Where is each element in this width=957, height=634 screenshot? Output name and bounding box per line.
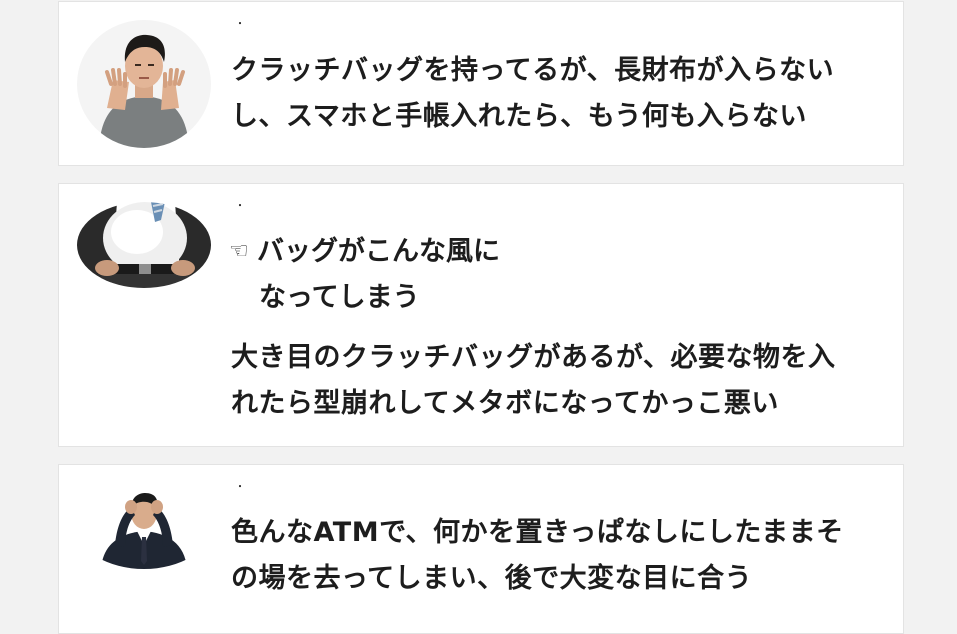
worry-card-1: ・ クラッチバッグを持ってるが、長財布が入らない し、スマホと手帳入れたら、もう… (58, 1, 904, 166)
worry-card-2: ・ ☜ バッグがこんな風に なってしまう 大き目のクラッチバッグがあるが、必要な物… (58, 183, 904, 447)
avatar-man-headache (77, 485, 211, 569)
worry-text: 大き目のクラッチバッグがあるが、必要な物を入 れたら型崩れしてメタボになってかっ… (231, 335, 881, 427)
worry-text-line: 大き目のクラッチバッグがあるが、必要な物を入 (231, 342, 836, 373)
bag-note: ☜ バッグがこんな風に なってしまう (229, 229, 500, 321)
bag-note-line: なってしまう (259, 282, 420, 313)
worry-text-line: 色んなATMで、何かを置きっぱなしにしたままそ (231, 517, 844, 548)
worry-text-line: クラッチバッグを持ってるが、長財布が入らない (231, 55, 835, 86)
bullet-dot: ・ (235, 201, 245, 212)
bullet-dot: ・ (235, 482, 245, 493)
bag-note-line: バッグがこんな風に (257, 236, 500, 267)
bullet-dot: ・ (235, 19, 245, 30)
pointing-hand-icon: ☜ (229, 239, 249, 264)
worry-text: クラッチバッグを持ってるが、長財布が入らない し、スマホと手帳入れたら、もう何も… (231, 48, 881, 140)
avatar-man-refusing (77, 20, 211, 148)
worry-text: 色んなATMで、何かを置きっぱなしにしたままそ の場を去ってしまい、後で大変な目… (231, 510, 881, 602)
worry-text-line: の場を去ってしまい、後で大変な目に合う (231, 563, 753, 594)
worry-text-line: れたら型崩れしてメタボになってかっこ悪い (231, 388, 779, 419)
worry-card-3: ・ 色んなATMで、何かを置きっぱなしにしたままそ の場を去ってしまい、後で大変… (58, 464, 904, 634)
worry-text-line: し、スマホと手帳入れたら、もう何も入らない (231, 101, 807, 132)
avatar-belly-bulge (77, 202, 211, 288)
